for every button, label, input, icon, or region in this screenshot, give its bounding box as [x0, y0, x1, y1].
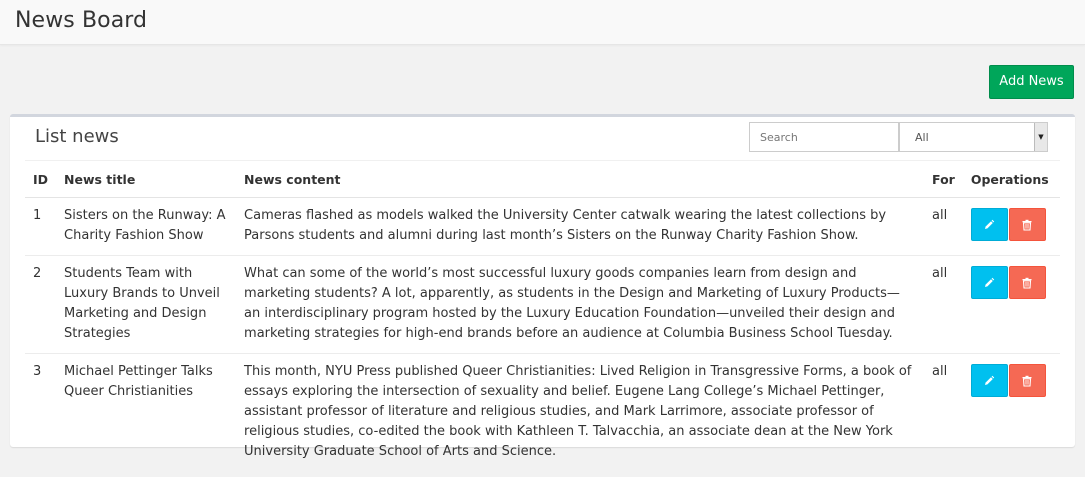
- news-table: ID News title News content For Operation…: [25, 160, 1060, 471]
- audience-filter-select[interactable]: All ▼: [899, 122, 1048, 152]
- header-for: For: [924, 160, 963, 198]
- delete-button[interactable]: [1008, 364, 1046, 397]
- delete-button[interactable]: [1008, 266, 1046, 299]
- row-title: Sisters on the Runway: A Charity Fashion…: [56, 197, 237, 256]
- news-list-panel: List news All ▼ ID News title News conte…: [10, 114, 1075, 459]
- search-input[interactable]: [749, 122, 899, 152]
- table-row: 3 Michael Pettinger Talks Queer Christia…: [25, 354, 1060, 472]
- row-title: Students Team with Luxury Brands to Unve…: [56, 255, 237, 354]
- pencil-icon: [985, 219, 995, 229]
- row-operations: [963, 354, 1060, 472]
- row-content: Cameras flashed as models walked the Uni…: [236, 197, 925, 256]
- row-title: Michael Pettinger Talks Queer Christiani…: [64, 364, 213, 399]
- header-content: News content: [236, 160, 925, 198]
- edit-button[interactable]: [970, 364, 1008, 397]
- delete-button[interactable]: [1008, 208, 1046, 241]
- row-for: all: [924, 255, 963, 354]
- row-id: 3: [33, 364, 42, 379]
- header-operations: Operations: [962, 160, 1060, 198]
- table-row: 1 Sisters on the Runway: A Charity Fashi…: [25, 197, 1060, 256]
- trash-icon: [1022, 277, 1032, 289]
- page-title: News Board: [15, 8, 148, 33]
- pencil-icon: [985, 375, 995, 385]
- edit-button[interactable]: [970, 266, 1008, 299]
- trash-icon: [1022, 375, 1032, 387]
- filter-selected-value: All: [915, 131, 929, 144]
- pencil-icon: [985, 277, 995, 287]
- dropdown-arrow-icon[interactable]: ▼: [1034, 123, 1047, 151]
- panel-title: List news: [35, 126, 119, 147]
- top-header: News Board: [0, 0, 1085, 45]
- add-news-button[interactable]: Add News: [989, 65, 1074, 99]
- row-id: 2: [25, 255, 57, 354]
- row-for: all: [924, 197, 963, 256]
- row-for: all: [932, 364, 948, 379]
- table-header-row: ID News title News content For Operation…: [25, 160, 1060, 198]
- row-content: This month, NYU Press published Queer Ch…: [244, 364, 912, 459]
- trash-icon: [1022, 219, 1032, 231]
- row-operations: [962, 255, 1060, 354]
- header-id: ID: [25, 160, 57, 198]
- row-id: 1: [25, 197, 57, 256]
- table-row: 2 Students Team with Luxury Brands to Un…: [25, 255, 1060, 354]
- row-content: What can some of the world’s most succes…: [236, 255, 925, 354]
- edit-button[interactable]: [970, 208, 1008, 241]
- row-operations: [962, 197, 1060, 256]
- header-title: News title: [56, 160, 237, 198]
